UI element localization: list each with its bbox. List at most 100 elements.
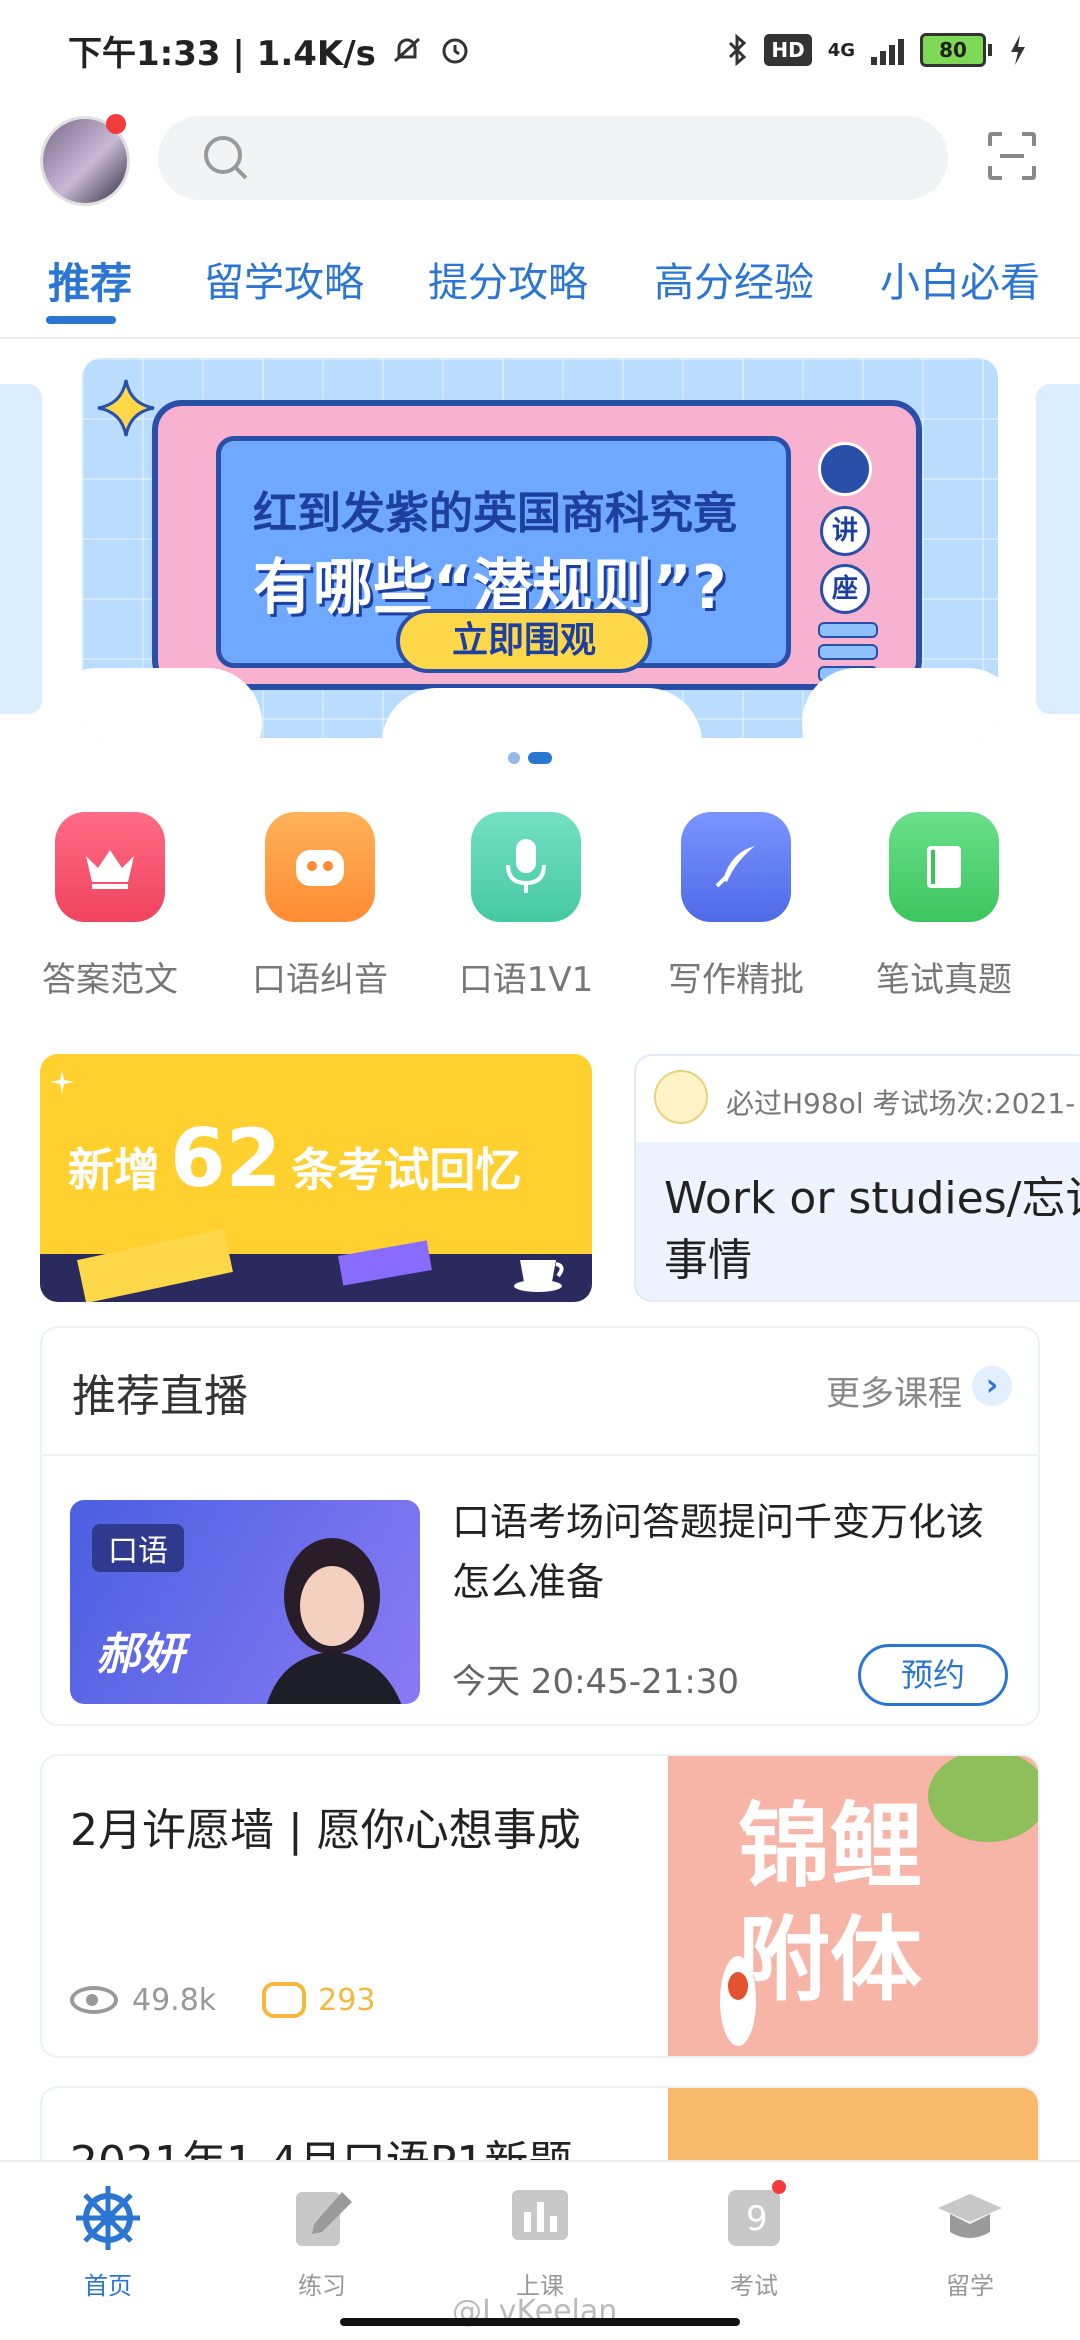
tabbar-label: 练习 [298,2272,346,2300]
alarm-clock-icon [442,38,468,64]
uk-flag-icon [818,442,872,496]
promo-text: 新增 62 条考试回忆 [68,1112,521,1205]
tabs-divider [0,337,1080,339]
view-count: 49.8k [132,1982,217,2018]
charging-icon [1011,35,1025,65]
tab-score-boost-guide[interactable]: 提分攻略 [428,250,588,308]
section-title: 推荐直播 [72,1371,248,1422]
course-title-line2: 怎么准备 [452,1560,605,1604]
bluetooth-icon [729,33,747,67]
home-indicator[interactable] [340,2318,740,2326]
tabbar-class[interactable]: 上课 [480,2184,600,2301]
search-icon [204,136,242,174]
svg-text:9: 9 [746,2199,768,2239]
network-type: 4G [827,39,855,61]
tab-beginner-must-read[interactable]: 小白必看 [880,250,1040,308]
post-thumbnail: 锦鲤附体 [668,1756,1038,2056]
signal-icon [871,35,904,65]
koi-fish-decoration [720,1956,756,2046]
tabbar-practice[interactable]: 练习 [262,2184,382,2301]
teacher-name: 郝妍 [96,1629,184,1680]
cloud-decoration [82,668,262,738]
post-image-text: 锦鲤附体 [738,1793,923,2014]
shortcut-label: 口语1V1 [458,960,594,1000]
shortcut-label: 口语纠音 [252,960,388,1000]
header [0,108,1080,218]
next-banner-peek[interactable] [1036,384,1080,714]
prev-banner-peek[interactable] [0,384,42,714]
tabbar-home[interactable]: 首页 [48,2184,168,2301]
notification-dot [106,114,126,134]
cloud-decoration [382,688,702,738]
tabbar-exam[interactable]: 9 考试 [694,2180,814,2301]
cloud-decoration [802,668,998,738]
live-time: 今天 20:45-21:30 [452,1662,740,1702]
shortcut-written-tests[interactable]: 笔试真题 [854,812,1034,1001]
banner-cta-button[interactable]: 立即围观 [396,609,652,673]
user-avatar [654,1070,708,1124]
shortcut-answer-samples[interactable]: 答案范文 [20,812,200,1001]
banner-tv-screen: 红到发紫的英国商科究竟 有哪些“潜规则”? 立即围观 [216,436,791,673]
shortcut-writing-review[interactable]: 写作精批 [646,812,826,1001]
tabbar-label: 考试 [730,2272,778,2300]
shortcut-label: 写作精批 [668,960,804,1000]
graduation-cap-icon [938,2194,1002,2238]
category-tabs: 推荐 留学攻略 提分攻略 高分经验 小白必看 [0,250,1080,340]
eye-icon [70,1986,118,2014]
sparkle-icon [97,379,155,437]
banner-tv-frame: 红到发紫的英国商科究竟 有哪些“潜规则”? 立即围观 讲 座 [152,400,922,690]
microphone-icon [471,812,581,922]
hd-badge: HD [764,34,812,66]
status-bar: 下午1:33 | 1.4K/s HD 4G 80 [0,0,1080,100]
sparkle-icon [50,1070,74,1094]
more-courses-link[interactable]: 更多课程 [826,1366,962,1415]
post-title: 2月许愿墙 | 愿你心想事成 [70,1805,581,1856]
banner-headline-1: 红到发紫的英国商科究竟 [253,488,737,539]
exam-scroll-icon: 9 [728,2190,780,2246]
tab-recommend[interactable]: 推荐 [48,250,132,311]
tabbar-study-abroad[interactable]: 留学 [910,2184,1030,2301]
comment-count: 293 [318,1982,376,2018]
search-input[interactable] [158,116,948,200]
tab-high-score-experience[interactable]: 高分经验 [654,250,814,308]
exam-card-header: 必过H98ol 考试场次:2021- [636,1056,1080,1142]
carousel-dot [508,752,520,764]
banner-tv-side-panel: 讲 座 [818,442,878,688]
promo-prefix: 新增 [68,1143,160,1197]
shortcut-label: 答案范文 [42,960,178,1000]
carousel-dot-active [528,752,552,764]
promo-number: 62 [170,1112,282,1205]
live-section-header: 推荐直播 更多课程 › [42,1328,1038,1456]
recommended-live-section: 推荐直播 更多课程 › 口语 郝妍 口语考场问答题提问千变万化该 怎么准备 今天… [40,1326,1040,1726]
shortcut-speaking-1v1[interactable]: 口语1V1 [436,812,616,1001]
function-shortcuts: 答案范文 口语纠音 口语1V1 写作精批 笔试真题 [0,812,1080,1012]
bell-muted-icon [393,37,420,63]
chevron-right-icon[interactable]: › [972,1366,1012,1406]
notification-dot [772,2180,786,2194]
pencil-notebook-icon [296,2192,352,2246]
scan-icon[interactable] [986,130,1038,182]
exam-title-line2: 事情 [664,1235,752,1286]
robot-icon [265,812,375,922]
carousel-indicator [508,752,552,764]
battery-level: 80 [920,33,986,67]
live-thumbnail[interactable]: 口语 郝妍 [70,1500,420,1704]
shortcut-pronunciation[interactable]: 口语纠音 [230,812,410,1001]
active-tab-indicator [46,316,116,324]
exam-card-title: Work or studies/忘记 事情 [664,1168,1080,1292]
promo-suffix: 条考试回忆 [291,1143,522,1197]
live-course-title[interactable]: 口语考场问答题提问千变万化该 怎么准备 [452,1492,1022,1612]
status-left: 下午1:33 | 1.4K/s [68,26,472,75]
tabbar-label: 留学 [946,2272,994,2300]
battery-icon: 80 [920,33,992,67]
lecture-char-2: 座 [820,564,870,614]
chart-board-icon [512,2190,568,2240]
exam-experience-card[interactable]: 必过H98ol 考试场次:2021- Work or studies/忘记 事情 [634,1054,1080,1302]
reserve-button[interactable]: 预约 [858,1644,1008,1706]
tab-study-abroad-guide[interactable]: 留学攻略 [204,250,364,308]
exam-recall-promo-card[interactable]: 新增 62 条考试回忆 [40,1054,592,1302]
feed-post-card[interactable]: 2月许愿墙 | 愿你心想事成 49.8k 293 锦鲤附体 [40,1754,1040,2058]
helm-icon [76,2186,140,2250]
promo-banner[interactable]: 红到发紫的英国商科究竟 有哪些“潜规则”? 立即围观 讲 座 [82,358,998,738]
course-title-line1: 口语考场问答题提问千变万化该 [452,1500,985,1544]
